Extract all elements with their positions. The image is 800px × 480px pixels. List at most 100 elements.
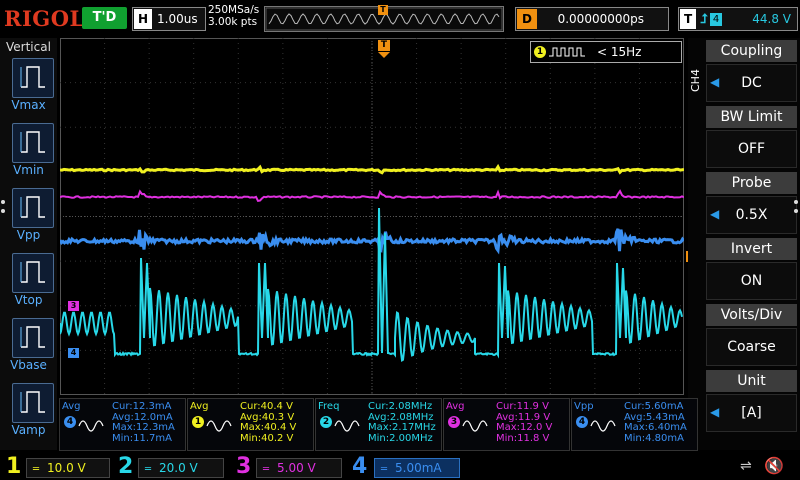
delay-value: 0.00000000ps [557,12,644,26]
memory-depth: 3.00k pts [208,16,258,28]
measurement-values: Cur:40.4 V Avg:40.3 V Max:40.4 V Min:40.2 V [240,401,296,444]
menu-title: Unit [706,370,797,392]
measurement-values: Cur:5.60mA Avg:5.43mA Max:6.40mA Min:4.80mA [624,401,687,444]
waveform-grid[interactable] [60,38,684,395]
menu-title: Probe [706,172,797,194]
vpp-icon [20,196,45,218]
menu-title: Coupling [706,40,797,62]
measurement-freq-ch2[interactable]: Freq 2 Cur:2.08MHz Avg:2.08MHz Max:2.17MHz Mi… [315,398,442,451]
channel-4-number[interactable]: 4 [352,453,367,480]
menu-coupling-button[interactable]: DC [706,64,797,102]
channel-3-scale[interactable]: ═ 5.00 V [256,458,342,478]
measurement-type: Avg [62,401,81,412]
measurement-values: Cur:12.3mA Avg:12.0mA Max:12.3mA Min:11.7mA [112,401,175,444]
measurement-cur: Cur:11.9 V [496,401,549,412]
menu-title: BW Limit [706,106,797,128]
dc-coupling-icon: ═ [33,464,40,475]
measurement-cur: Cur:2.08MHz [368,401,433,412]
rigol-logo: RIGOL [4,6,85,31]
channel-scale-value: 5.00mA [395,461,442,475]
measurement-waveform-icon [590,420,616,432]
counter-channel-badge: 1 [534,46,546,58]
trigger-position-marker[interactable]: T [378,40,390,51]
menu-scroll-icon: ◀ [710,75,720,89]
menu-channel-tag: CH4 [689,69,702,92]
measurement-waveform-icon [206,420,232,432]
measurement-avg-ch1[interactable]: Avg 1 Cur:40.4 V Avg:40.3 V Max:40.4 V Min:40… [187,398,314,451]
timebase-value: 1.00us [157,12,198,26]
measurement-waveform-icon [334,420,360,432]
menu-probe-button[interactable]: 0.5X [706,196,797,234]
channel-scale-value: 10.0 V [47,461,86,475]
channel-4-scale[interactable]: ═ 5.00mA [374,458,460,478]
measure-vmax-button[interactable] [12,58,54,98]
measurement-min: Min:11.8 V [496,432,550,444]
vmax-icon [20,66,45,88]
channel-3-number[interactable]: 3 [236,453,251,480]
logo-text: RIGOL [4,6,85,31]
measure-vpp-button[interactable] [12,188,54,228]
channel-1-number[interactable]: 1 [6,453,21,480]
counter-value: < 15Hz [597,45,642,59]
menu-volts-div-button[interactable]: Coarse [706,328,797,366]
measurement-type: Vpp [574,401,594,412]
acquisition-info: 250MSa/s 3.00k pts [208,4,259,28]
dc-coupling-icon: ═ [263,464,270,475]
ch2-waveform [60,207,683,363]
measurement-cur: Cur:5.60mA [624,401,684,412]
measurement-channel-badge: 3 [448,416,460,428]
measurement-avg-ch3[interactable]: Avg 3 Cur:11.9 V Avg:11.9 V Max:12.0 V Min:11… [443,398,570,451]
channel-2-scale[interactable]: ═ 20.0 V [138,458,224,478]
measurement-channel-badge: 4 [64,416,76,428]
measure-vtop-button[interactable] [12,253,54,293]
trigger-position-arrow [378,52,390,58]
measurement-type: Freq [318,401,340,412]
vbase-icon [20,326,45,348]
memory-overview[interactable]: T [264,5,504,32]
trigger-source: 4 [709,13,723,26]
measurement-channel-badge: 1 [192,416,204,428]
channel-2-number[interactable]: 2 [118,453,133,480]
measure-label: Vtop [14,293,43,307]
menu-scroll-icon: ◀ [710,405,720,419]
menu-title: Invert [706,238,797,260]
measurement-waveform-icon [462,420,488,432]
delay-key: D [517,9,537,29]
ch3-waveform [60,189,684,202]
measurement-vpp-ch4[interactable]: Vpp 4 Cur:5.60mA Avg:5.43mA Max:6.40mA Min:4.… [571,398,698,451]
measurement-avg-ch4[interactable]: Avg 4 Cur:12.3mA Avg:12.0mA Max:12.3mA Min:11… [59,398,186,451]
memory-trigger-marker: T [378,5,388,15]
trigger-status-badge: T'D [82,7,127,29]
ch4-waveform [60,228,684,255]
measure-label: Vmax [11,98,46,112]
menu-unit-button[interactable]: [A] [706,394,797,432]
measurement-values: Cur:2.08MHz Avg:2.08MHz Max:2.17MHz Min:2.0… [368,401,436,444]
horizontal-timebase[interactable]: H 1.00us [132,7,206,31]
vtop-icon [20,261,45,283]
ch4-position-marker[interactable]: 4 [68,348,79,358]
menu-invert-button[interactable]: ON [706,262,797,300]
frequency-counter: 1 < 15Hz [530,41,682,63]
measurement-channel-badge: 2 [320,416,332,428]
rising-edge-icon: ⮥ [700,12,708,27]
delay-box[interactable]: D 0.00000000ps [515,7,669,31]
channel-1-scale[interactable]: ═ 10.0 V [26,458,110,478]
panel-scroll-dot [794,209,798,213]
measure-label: Vbase [10,358,47,372]
menu-scroll-icon: ◀ [710,207,720,221]
dc-coupling-icon: ═ [381,464,388,475]
measure-vmin-button[interactable] [12,123,54,163]
measurement-channel-badge: 4 [576,416,588,428]
ch3-position-marker[interactable]: 3 [68,301,79,311]
trigger-box[interactable]: T ⮥ 4 44.8 V [678,7,798,31]
usb-icon: ⇌ [740,458,752,474]
measurement-type: Avg [446,401,465,412]
trigger-key: T [680,9,697,29]
measure-vbase-button[interactable] [12,318,54,358]
panel-scroll-dot [794,200,798,204]
menu-bw-limit-button[interactable]: OFF [706,130,797,168]
speaker-mute-icon[interactable]: 🔇 [764,456,784,475]
measure-vamp-button[interactable] [12,383,54,423]
square-wave-icon [549,47,585,57]
panel-scroll-dot [1,200,5,204]
